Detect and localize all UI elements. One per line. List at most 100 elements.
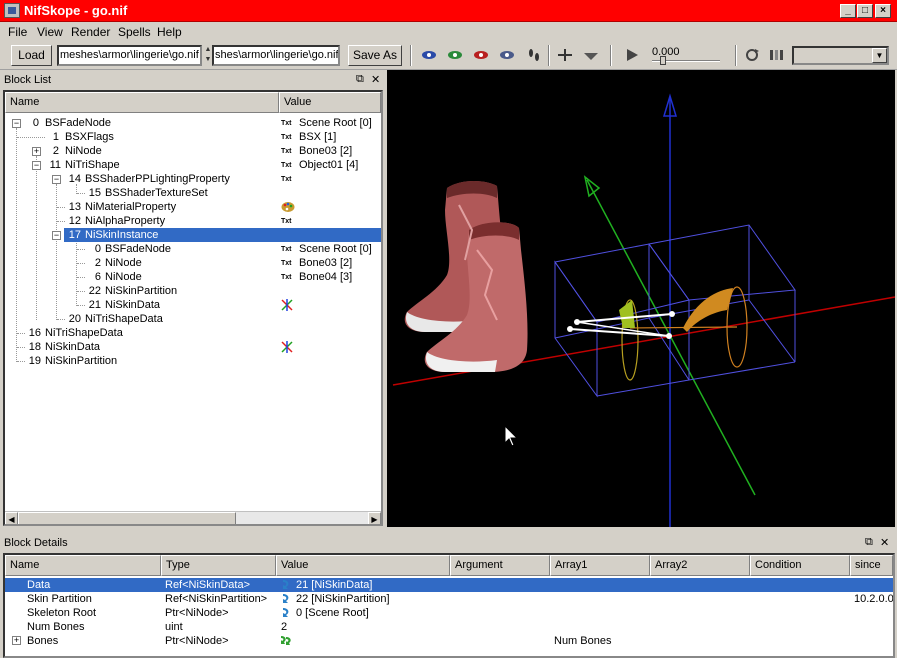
- load-path-spinner[interactable]: ▲ ▼: [204, 45, 212, 66]
- column-array2[interactable]: Array2: [650, 555, 750, 576]
- chevron-down-icon[interactable]: ▼: [872, 48, 887, 63]
- link-icon[interactable]: [281, 607, 291, 618]
- view-angle-icon[interactable]: [583, 48, 599, 62]
- block-list-hscrollbar[interactable]: ◀ ▶: [5, 511, 381, 524]
- loop-icon[interactable]: [744, 48, 760, 62]
- tree-row-nitrishapedata-ref[interactable]: 20 NiTriShapeData: [5, 312, 381, 326]
- axes-node-icon: [281, 341, 293, 353]
- switch-icon[interactable]: [769, 48, 785, 62]
- tree-row-nitrishapedata[interactable]: 16 NiTriShapeData: [5, 326, 381, 340]
- block-number: 12: [68, 215, 81, 227]
- render-viewport[interactable]: [387, 70, 895, 527]
- tree-row-niskininstance[interactable]: − 17 NiSkinInstance: [5, 228, 381, 242]
- detail-row[interactable]: + Bones Ptr<NiNode> Num Bones: [5, 634, 893, 648]
- minimize-button[interactable]: _: [840, 4, 856, 18]
- toolbar-separator: [410, 45, 412, 66]
- axes-icon[interactable]: [557, 48, 573, 62]
- animation-select[interactable]: ▼: [792, 46, 889, 65]
- block-name: NiSkinData: [45, 341, 101, 353]
- menu-render[interactable]: Render: [71, 25, 110, 39]
- detail-row[interactable]: Num Bones uint 2: [5, 620, 893, 634]
- tree-row-bsshadertextureset[interactable]: 15 BSShaderTextureSet: [5, 186, 381, 200]
- block-number: 0: [94, 243, 101, 255]
- scene-render[interactable]: [387, 70, 895, 527]
- block-number: 16: [28, 327, 41, 339]
- column-name[interactable]: Name: [5, 92, 279, 113]
- field-value[interactable]: 22 [NiSkinPartition]: [296, 592, 390, 606]
- field-type: Ptr<NiNode>: [165, 635, 229, 647]
- scroll-left-icon[interactable]: ◀: [5, 512, 18, 524]
- detail-row[interactable]: Data Ref<NiSkinData> 21 [NiSkinData]: [5, 578, 893, 592]
- tree-row-ninode-bone03[interactable]: 2 NiNode Txt Bone03 [2]: [5, 256, 381, 270]
- menu-spells[interactable]: Spells: [118, 25, 151, 39]
- collapse-icon[interactable]: −: [52, 231, 61, 240]
- column-name[interactable]: Name: [5, 555, 161, 576]
- column-condition[interactable]: Condition: [750, 555, 850, 576]
- menu-view[interactable]: View: [37, 25, 63, 39]
- block-name: NiAlphaProperty: [85, 215, 166, 227]
- tree-row-ninode[interactable]: + 2 NiNode Txt Bone03 [2]: [5, 144, 381, 158]
- tree-row-bsxflags[interactable]: 1 BSXFlags Txt BSX [1]: [5, 130, 381, 144]
- close-panel-icon[interactable]: ✕: [880, 536, 889, 549]
- expand-icon[interactable]: +: [32, 147, 41, 156]
- field-value[interactable]: 0 [Scene Root]: [296, 606, 369, 620]
- column-value[interactable]: Value: [276, 555, 450, 576]
- eye-blue-icon[interactable]: [421, 48, 437, 62]
- footprints-icon[interactable]: [526, 48, 542, 62]
- column-value[interactable]: Value: [279, 92, 381, 113]
- block-details-header: Block Details ⧉ ✕: [0, 534, 897, 552]
- block-value: Bone03 [2]: [299, 145, 353, 157]
- column-array1[interactable]: Array1: [550, 555, 650, 576]
- float-panel-icon[interactable]: ⧉: [356, 73, 364, 86]
- link-icon[interactable]: [281, 579, 291, 590]
- tree-row-niskinpartition[interactable]: 19 NiSkinPartition: [5, 354, 381, 368]
- close-button[interactable]: ×: [875, 4, 891, 18]
- save-path-input[interactable]: shes\armor\lingerie\go.nif: [212, 45, 340, 66]
- detail-row[interactable]: Skeleton Root Ptr<NiNode> 0 [Scene Root]: [5, 606, 893, 620]
- tree-row-nimaterialproperty[interactable]: 13 NiMaterialProperty: [5, 200, 381, 214]
- scroll-right-icon[interactable]: ▶: [368, 512, 381, 524]
- expand-icon[interactable]: +: [12, 636, 21, 645]
- tree-line: [77, 277, 85, 278]
- maximize-button[interactable]: □: [857, 4, 873, 18]
- tree-row-nialphaproperty[interactable]: 12 NiAlphaProperty Txt: [5, 214, 381, 228]
- tree-row-nitrishape[interactable]: − 11 NiTriShape Txt Object01 [4]: [5, 158, 381, 172]
- load-path-input[interactable]: meshes\armor\lingerie\go.nif: [57, 45, 202, 66]
- tree-row-bsfadenode-ref[interactable]: 0 BSFadeNode Txt Scene Root [0]: [5, 242, 381, 256]
- load-button[interactable]: Load: [11, 45, 52, 66]
- multi-link-icon[interactable]: [279, 635, 293, 646]
- tree-row-bsshaderpplightingproperty[interactable]: − 14 BSShaderPPLightingProperty Txt: [5, 172, 381, 186]
- detail-row[interactable]: Skin Partition Ref<NiSkinPartition> 22 […: [5, 592, 893, 606]
- collapse-icon[interactable]: −: [32, 161, 41, 170]
- tree-row-ninode-bone04[interactable]: 6 NiNode Txt Bone04 [3]: [5, 270, 381, 284]
- column-type[interactable]: Type: [161, 555, 276, 576]
- save-as-button[interactable]: Save As: [348, 45, 402, 66]
- block-name: NiSkinPartition: [45, 355, 118, 367]
- slider-handle[interactable]: [660, 56, 666, 65]
- block-name: BSFadeNode: [105, 243, 172, 255]
- float-panel-icon[interactable]: ⧉: [865, 536, 873, 549]
- collapse-icon[interactable]: −: [52, 175, 61, 184]
- field-name: Skeleton Root: [27, 607, 97, 619]
- link-icon[interactable]: [281, 593, 291, 604]
- column-since[interactable]: since: [850, 555, 893, 576]
- tree-row-niskindata-ref[interactable]: 21 NiSkinData: [5, 298, 381, 312]
- eye-red-icon[interactable]: [473, 48, 489, 62]
- tree-row-niskindata[interactable]: 18 NiSkinData: [5, 340, 381, 354]
- field-value[interactable]: 2: [281, 620, 287, 634]
- collapse-icon[interactable]: −: [12, 119, 21, 128]
- eye-green-icon[interactable]: [447, 48, 463, 62]
- scroll-thumb[interactable]: [18, 512, 236, 524]
- close-panel-icon[interactable]: ✕: [371, 73, 380, 86]
- block-number: 22: [88, 285, 101, 297]
- menu-file[interactable]: File: [8, 25, 27, 39]
- column-argument[interactable]: Argument: [450, 555, 550, 576]
- tree-line: [57, 221, 65, 222]
- tree-row-niskinpartition-ref[interactable]: 22 NiSkinPartition: [5, 284, 381, 298]
- play-icon[interactable]: [624, 48, 640, 62]
- tree-row-bsfadenode[interactable]: − 0 BSFadeNode Txt Scene Root [0]: [5, 116, 381, 130]
- field-value[interactable]: 21 [NiSkinData]: [296, 578, 372, 592]
- block-number: 19: [28, 355, 41, 367]
- eye-grey-icon[interactable]: [499, 48, 515, 62]
- menu-help[interactable]: Help: [157, 25, 182, 39]
